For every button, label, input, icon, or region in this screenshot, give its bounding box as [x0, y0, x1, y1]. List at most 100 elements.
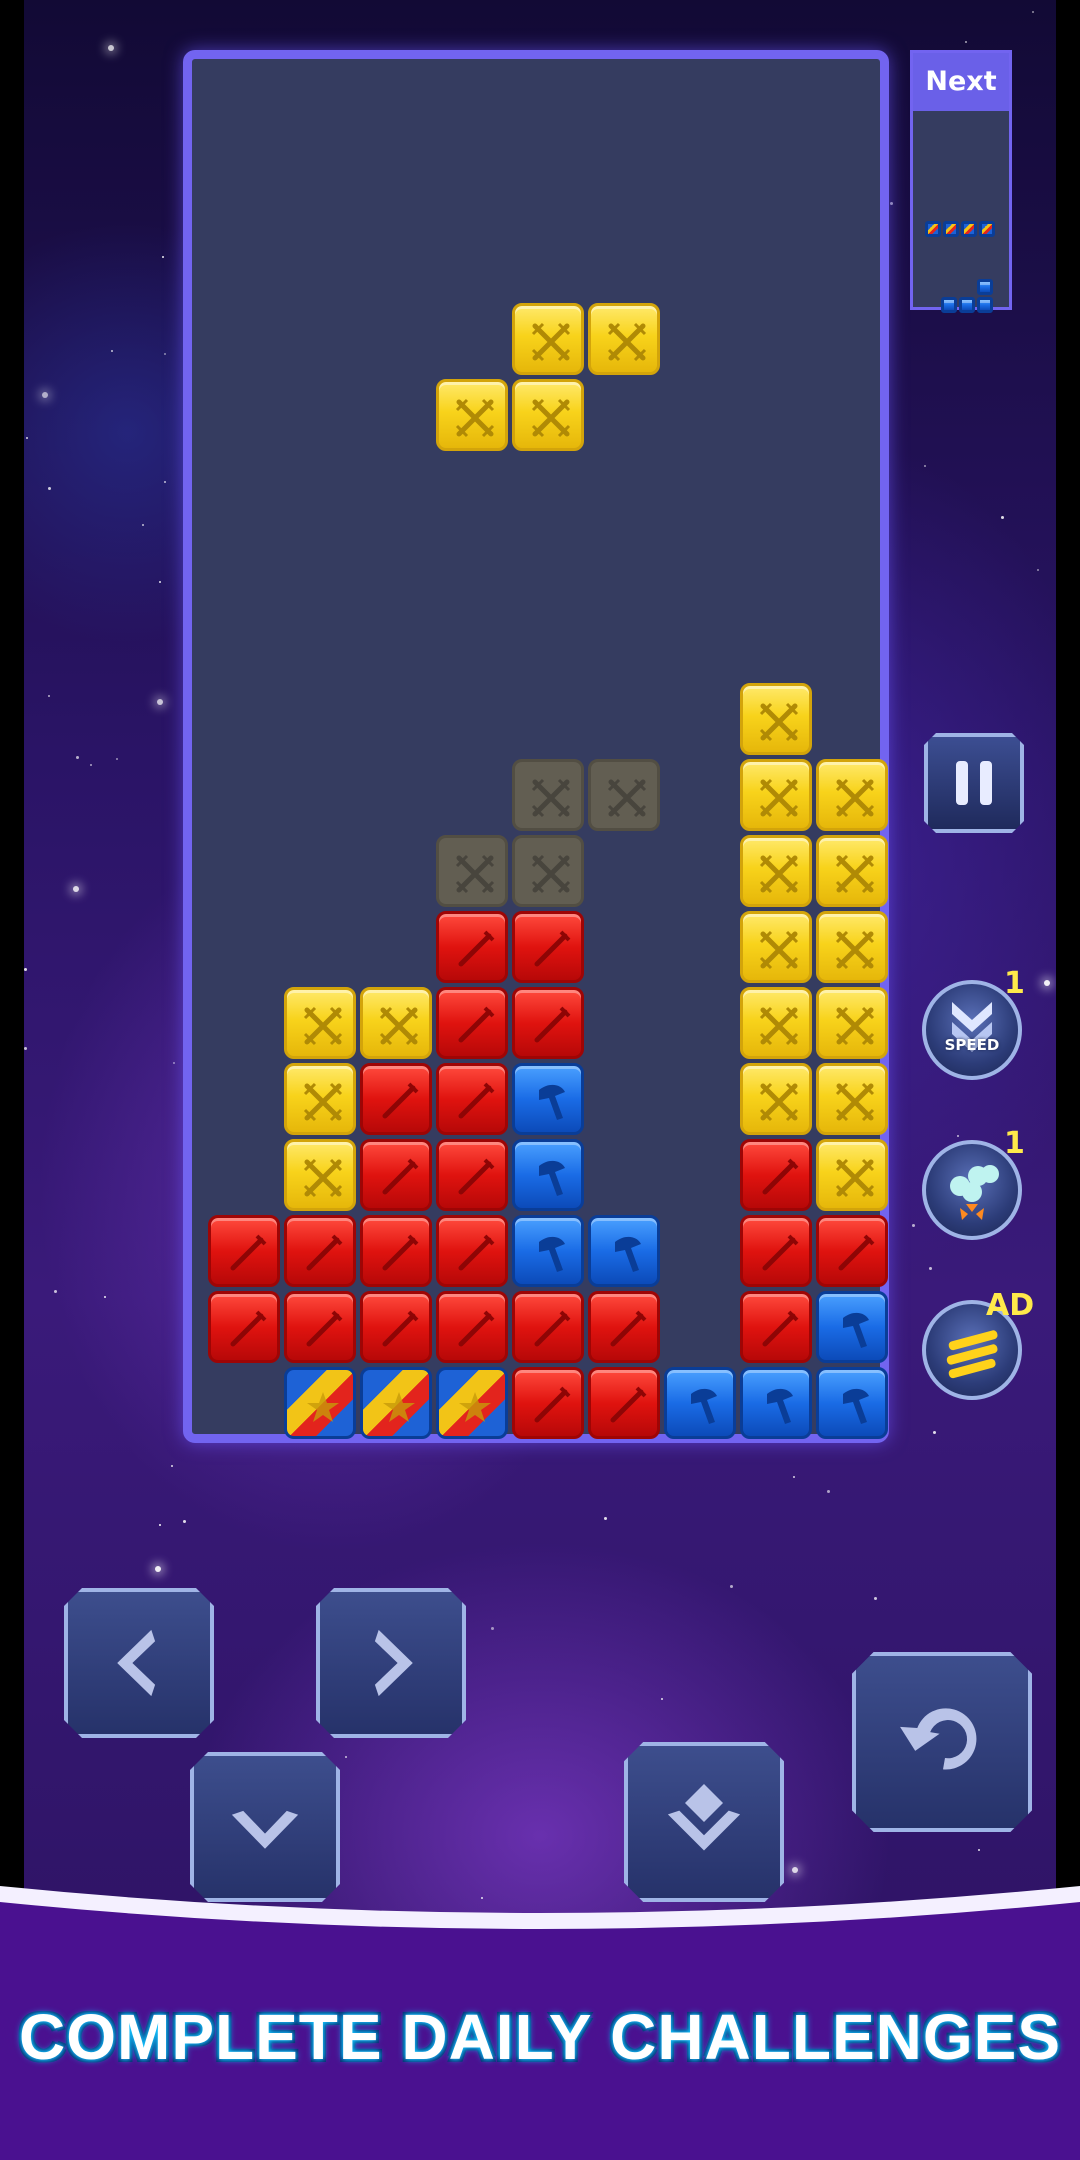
- next-piece-panel: Next: [910, 50, 1012, 313]
- star: [173, 1062, 175, 1064]
- yellow-block: [284, 1063, 356, 1135]
- red-block: [360, 1215, 432, 1287]
- next-piece-l-cell: [941, 297, 957, 313]
- star: [73, 886, 79, 892]
- star: [933, 1431, 936, 1434]
- star: [159, 1524, 161, 1526]
- move-left-button[interactable]: [64, 1588, 214, 1738]
- red-block: [588, 1291, 660, 1363]
- star: [159, 581, 161, 583]
- rotate-button[interactable]: [852, 1652, 1032, 1832]
- blue-block: [588, 1215, 660, 1287]
- star: [142, 524, 144, 526]
- red-block: [436, 1215, 508, 1287]
- red-block: [436, 1063, 508, 1135]
- star: [171, 1465, 173, 1467]
- star: [76, 756, 79, 759]
- blue-block: [816, 1367, 888, 1439]
- next-piece-i-cell: [943, 221, 959, 237]
- star: [111, 350, 113, 352]
- speed-label: SPEED: [944, 1036, 1000, 1054]
- star: [164, 481, 166, 483]
- blue-block: [740, 1367, 812, 1439]
- star: [108, 45, 114, 51]
- yellow-block: [512, 379, 584, 451]
- yellow-block: [360, 987, 432, 1059]
- banner-title: COMPLETE DAILY CHALLENGES: [19, 2001, 1061, 2073]
- yellow-block: [740, 911, 812, 983]
- star: [48, 695, 50, 697]
- next-piece-l-cell: [977, 279, 993, 295]
- yellow-block: [816, 835, 888, 907]
- next-piece-i-cell: [979, 221, 995, 237]
- red-block: [284, 1215, 356, 1287]
- star: [54, 1290, 57, 1293]
- red-block: [512, 1367, 584, 1439]
- pause-icon: [956, 761, 992, 805]
- move-right-button[interactable]: [316, 1588, 466, 1738]
- star: [164, 353, 166, 355]
- ad-badge: AD: [986, 1288, 1035, 1323]
- yellow-block: [284, 1139, 356, 1211]
- star: [491, 1627, 494, 1630]
- red-block: [512, 911, 584, 983]
- speed-count-badge: 1: [1004, 966, 1025, 1001]
- promo-banner: COMPLETE DAILY CHALLENGES: [0, 1850, 1080, 2160]
- red-block: [436, 1291, 508, 1363]
- red-block: [740, 1215, 812, 1287]
- star: [957, 1135, 959, 1137]
- red-block: [436, 911, 508, 983]
- next-title: Next: [913, 53, 1009, 111]
- star: [104, 1296, 106, 1298]
- ghost-block: [436, 835, 508, 907]
- yellow-block: [512, 303, 584, 375]
- yellow-block: [816, 911, 888, 983]
- blue-block: [512, 1139, 584, 1211]
- next-piece-i-cell: [961, 221, 977, 237]
- rotate-icon: [900, 1708, 977, 1770]
- star: [26, 437, 28, 439]
- red-block: [816, 1215, 888, 1287]
- yellow-block: [740, 683, 812, 755]
- star: [1037, 569, 1039, 571]
- star: [793, 1476, 795, 1478]
- star: [1032, 11, 1034, 13]
- star: [965, 41, 967, 43]
- striped-block: [436, 1367, 508, 1439]
- next-piece-i-cell: [925, 221, 941, 237]
- red-block: [512, 987, 584, 1059]
- star: [890, 202, 893, 205]
- star: [155, 1566, 161, 1572]
- star: [874, 1597, 877, 1600]
- star: [827, 1490, 830, 1493]
- star: [42, 392, 48, 398]
- blue-block: [816, 1291, 888, 1363]
- star: [24, 1047, 27, 1050]
- bomb-count-badge: 1: [1004, 1126, 1025, 1161]
- arrow-right-icon: [374, 1629, 413, 1697]
- ghost-block: [512, 835, 584, 907]
- star: [116, 758, 118, 760]
- red-block: [208, 1215, 280, 1287]
- red-block: [436, 1139, 508, 1211]
- yellow-block: [588, 303, 660, 375]
- red-block: [740, 1291, 812, 1363]
- red-block: [284, 1291, 356, 1363]
- star: [730, 1585, 733, 1588]
- yellow-block: [740, 987, 812, 1059]
- game-board: [183, 50, 889, 1443]
- star: [90, 764, 92, 766]
- red-block: [360, 1063, 432, 1135]
- striped-block: [360, 1367, 432, 1439]
- yellow-block: [816, 987, 888, 1059]
- star: [157, 699, 163, 705]
- star: [162, 256, 164, 258]
- yellow-block: [740, 835, 812, 907]
- blue-block: [512, 1063, 584, 1135]
- pause-button[interactable]: [924, 733, 1024, 833]
- yellow-block: [436, 379, 508, 451]
- star: [661, 1698, 663, 1700]
- blue-block: [664, 1367, 736, 1439]
- next-preview: [913, 111, 1009, 313]
- star: [183, 1520, 186, 1523]
